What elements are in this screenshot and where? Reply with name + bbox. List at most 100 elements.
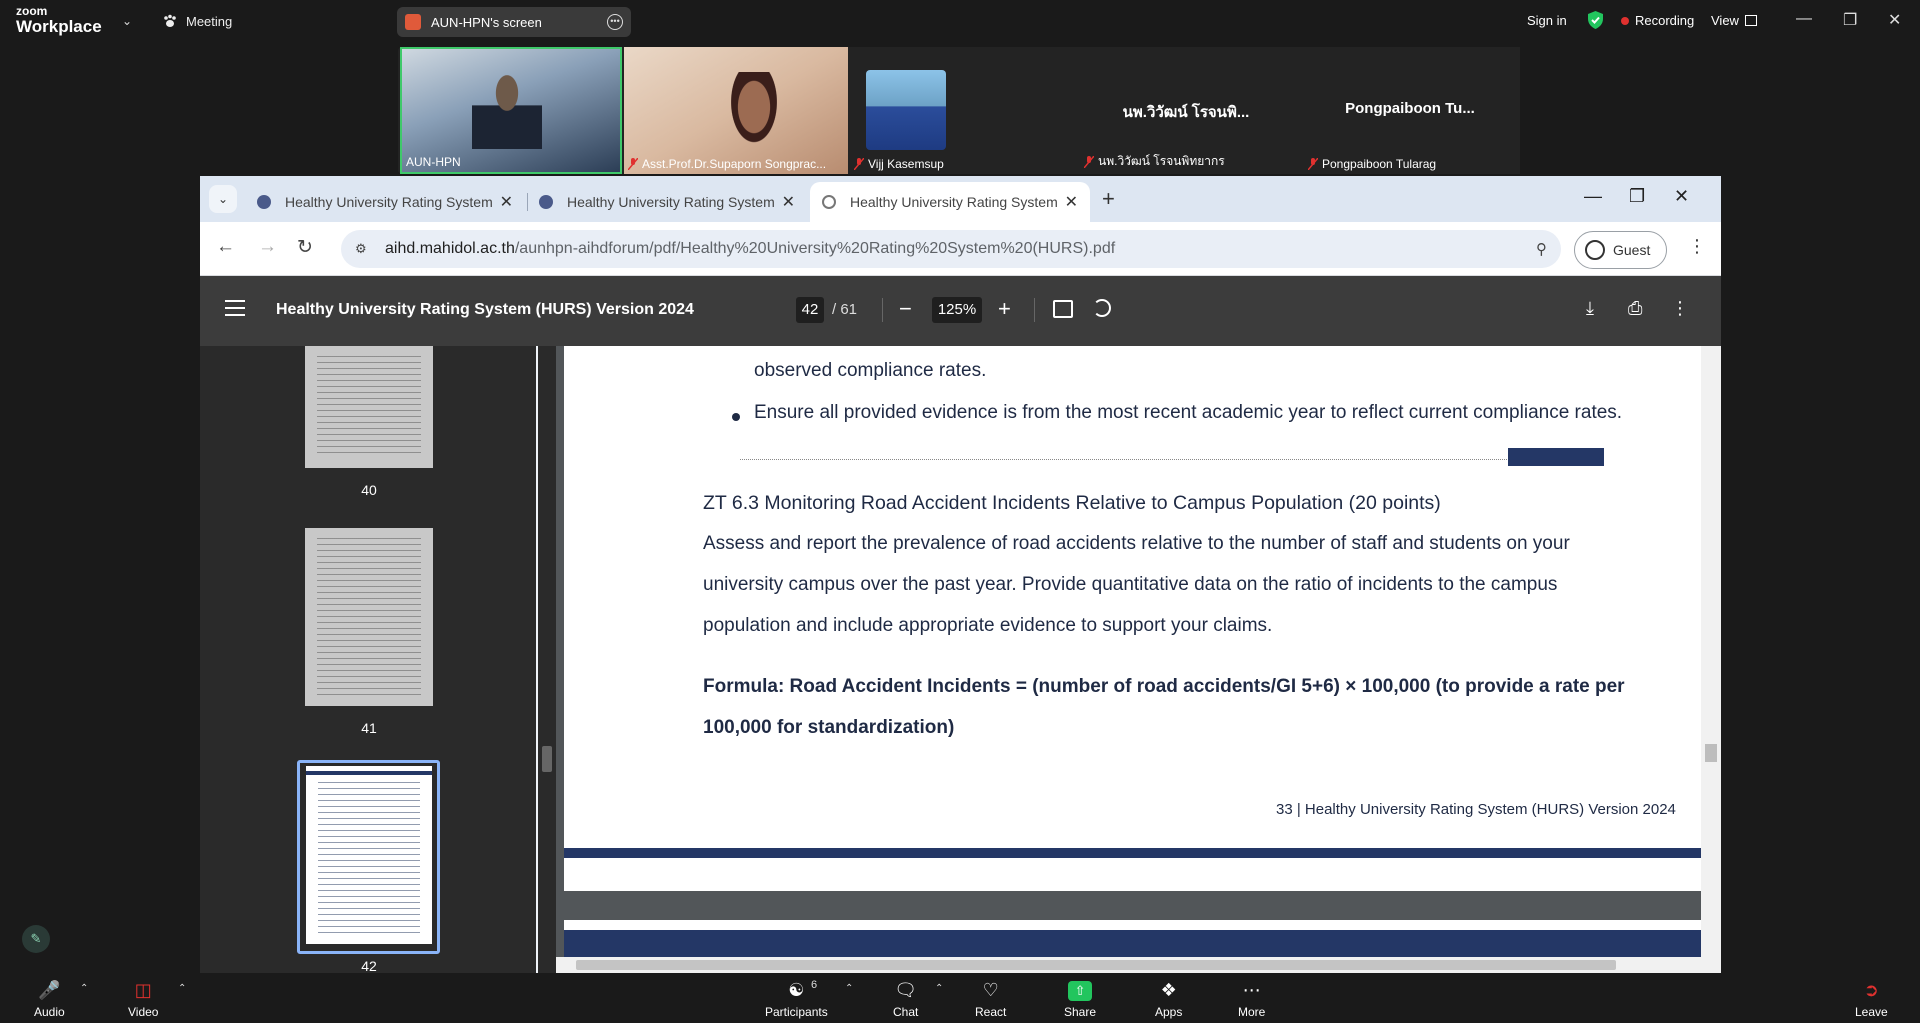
- browser-tab-active[interactable]: Healthy University Rating System ✕: [810, 182, 1090, 222]
- participants-icon: ☯: [788, 980, 805, 1000]
- scroll-thumb[interactable]: [576, 960, 1616, 970]
- hamburger-icon[interactable]: [225, 300, 245, 316]
- forward-icon[interactable]: →: [258, 236, 277, 258]
- chevron-up-icon[interactable]: ⌃: [178, 983, 186, 994]
- chat-label: Chat: [893, 1005, 919, 1019]
- page-footer-band: [564, 848, 1701, 858]
- share-button[interactable]: ⇧ Share: [1064, 979, 1096, 1019]
- paragraph-line: population and include appropriate evide…: [703, 615, 1273, 636]
- zoom-out-icon[interactable]: −: [899, 296, 912, 322]
- pencil-icon[interactable]: ✎: [22, 925, 50, 953]
- apps-icon: ❖: [1160, 980, 1177, 1000]
- zoom-magnifier-icon[interactable]: ⚲: [1536, 240, 1547, 258]
- minimize-icon[interactable]: —: [1796, 10, 1812, 28]
- react-button[interactable]: ♡ React: [975, 979, 1006, 1019]
- rotate-icon[interactable]: [1093, 299, 1111, 317]
- scroll-thumb[interactable]: [1705, 744, 1717, 762]
- section-divider: [740, 459, 1507, 460]
- chat-button[interactable]: 🗨 Chat: [893, 979, 918, 1019]
- page-total: / 61: [832, 301, 858, 318]
- more-actions-icon[interactable]: ⋮: [1671, 298, 1689, 319]
- participants-button[interactable]: ☯ 6 Participants: [765, 979, 828, 1019]
- pdf-title: Healthy University Rating System (HURS) …: [276, 301, 694, 318]
- toolbar-divider: [1034, 298, 1035, 322]
- paragraph-line: university campus over the past year. Pr…: [703, 574, 1558, 595]
- close-tab-icon[interactable]: ✕: [782, 192, 795, 212]
- video-button[interactable]: ◫ Video: [128, 979, 158, 1019]
- page-thumbnail[interactable]: [305, 346, 433, 468]
- close-icon[interactable]: ✕: [1888, 10, 1901, 30]
- print-icon[interactable]: ⎙: [1628, 298, 1642, 319]
- shield-check-icon[interactable]: [1587, 11, 1604, 29]
- participants-label: Participants: [765, 1005, 828, 1019]
- formula-line: 100,000 for standardization): [703, 717, 955, 738]
- minimize-icon[interactable]: —: [1584, 186, 1602, 207]
- document-horizontal-scrollbar[interactable]: [556, 957, 1701, 973]
- sign-in-button[interactable]: Sign in: [1527, 13, 1567, 28]
- profile-button[interactable]: Guest: [1574, 231, 1667, 269]
- new-tab-icon[interactable]: +: [1102, 186, 1115, 212]
- meeting-label: Meeting: [186, 13, 233, 29]
- page-text: observed compliance rates.: [754, 360, 987, 381]
- chevron-up-icon[interactable]: ⌃: [845, 983, 853, 994]
- recording-indicator[interactable]: Recording: [1621, 13, 1694, 28]
- browser-tab[interactable]: Healthy University Rating System ✕: [245, 182, 525, 222]
- sidebar-scrollbar[interactable]: [538, 346, 556, 973]
- tab-search-icon[interactable]: ⌄: [209, 185, 237, 213]
- thumbnail-page-number: 41: [361, 720, 377, 736]
- participant-name: นพ.วิวัฒน์ โรจนพิทยากร: [1084, 152, 1225, 171]
- leave-icon: ➲: [1863, 980, 1879, 1000]
- close-tab-icon[interactable]: ✕: [500, 192, 513, 212]
- mic-off-icon: [854, 158, 864, 170]
- meeting-info-button[interactable]: Meeting: [162, 13, 232, 29]
- video-label: Video: [128, 1005, 159, 1019]
- page-thumbnail[interactable]: [305, 528, 433, 706]
- view-label: View: [1711, 13, 1739, 28]
- pdf-page: observed compliance rates. Ensure all pr…: [564, 346, 1701, 891]
- address-bar[interactable]: ⚙ aihd.mahidol.ac.th/aunhpn-aihdforum/pd…: [341, 230, 1561, 268]
- zoom-level-input[interactable]: 125%: [932, 297, 982, 323]
- participant-tile[interactable]: นพ.วิวัฒน์ โรจนพิ... นพ.วิวัฒน์ โรจนพิทย…: [1074, 47, 1298, 174]
- close-icon[interactable]: ✕: [1674, 186, 1689, 207]
- chevron-up-icon[interactable]: ⌃: [935, 983, 943, 994]
- mic-off-icon: [628, 158, 638, 170]
- site-info-icon[interactable]: ⚙: [355, 241, 373, 257]
- participant-avatar: [866, 70, 946, 150]
- more-icon: ⋯: [1242, 980, 1261, 1000]
- more-button[interactable]: ⋯ More: [1238, 979, 1265, 1019]
- browser-tab[interactable]: Healthy University Rating System ✕: [527, 182, 807, 222]
- participant-tile[interactable]: Asst.Prof.Dr.Supaporn Songprac...: [624, 47, 848, 174]
- formula-line: Formula: Road Accident Incidents = (numb…: [703, 676, 1625, 697]
- view-button[interactable]: View: [1711, 13, 1757, 28]
- close-tab-icon[interactable]: ✕: [1065, 192, 1078, 212]
- more-options-icon[interactable]: •••: [607, 14, 623, 30]
- bullet-icon: [732, 413, 740, 421]
- recording-dot-icon: [1621, 16, 1629, 25]
- participant-tile[interactable]: Pongpaiboon Tu... Pongpaiboon Tularag: [1298, 47, 1520, 174]
- participant-strip: AUN-HPN Asst.Prof.Dr.Supaporn Songprac..…: [398, 47, 1520, 174]
- mic-off-icon: [1084, 155, 1094, 168]
- zoom-in-icon[interactable]: +: [998, 296, 1011, 322]
- reload-icon[interactable]: ↻: [297, 236, 313, 259]
- chevron-up-icon[interactable]: ⌃: [80, 983, 88, 994]
- audio-button[interactable]: 🎤 Audio: [34, 979, 65, 1019]
- screen-share-pill[interactable]: AUN-HPN's screen •••: [397, 7, 631, 37]
- browser-menu-icon[interactable]: ⋮: [1688, 236, 1706, 257]
- thumbnail-page-number: 42: [361, 958, 377, 974]
- page-number-input[interactable]: 42: [796, 297, 824, 323]
- maximize-icon[interactable]: ❐: [1629, 186, 1645, 207]
- participant-tile[interactable]: AUN-HPN: [400, 47, 622, 174]
- document-vertical-scrollbar[interactable]: [1701, 346, 1721, 973]
- fit-page-icon[interactable]: [1053, 300, 1073, 318]
- download-icon[interactable]: ⤓: [1586, 298, 1594, 319]
- avatar-icon: [1585, 240, 1605, 260]
- video-feed: [472, 69, 542, 149]
- leave-button[interactable]: ➲ Leave: [1855, 979, 1888, 1019]
- tab-bar: ⌄ Healthy University Rating System ✕ Hea…: [200, 176, 1721, 222]
- chevron-down-icon[interactable]: ⌄: [122, 14, 132, 28]
- restore-icon[interactable]: ❐: [1843, 10, 1857, 30]
- video-off-icon: ◫: [134, 980, 152, 1000]
- back-icon[interactable]: ←: [216, 236, 235, 258]
- tab-label: Healthy University Rating System: [850, 194, 1057, 210]
- apps-button[interactable]: ❖ Apps: [1155, 979, 1182, 1019]
